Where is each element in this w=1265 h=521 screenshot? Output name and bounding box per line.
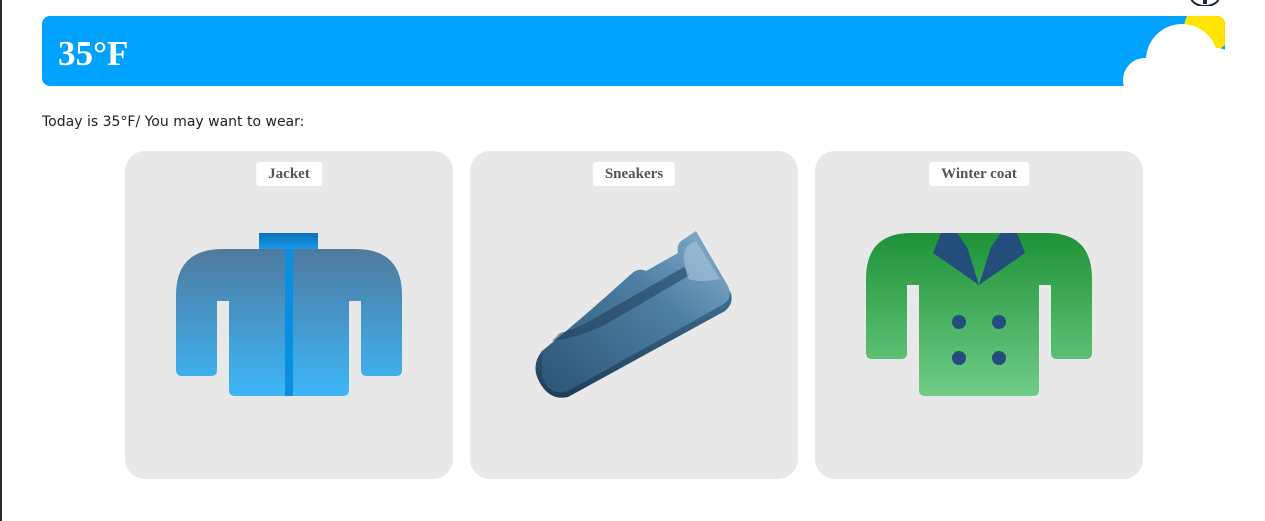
suggestion-card-jacket[interactable]: Jacket: [125, 151, 453, 479]
jacket-icon: [176, 233, 402, 396]
suggestion-cards: Jacket Sneakers Winter coat: [125, 151, 1143, 479]
partial-icon: [1190, 0, 1220, 6]
sneaker-icon: [535, 231, 732, 398]
outfit-intro-text: Today is 35°F/ You may want to wear:: [42, 114, 305, 130]
page-title: 35°F: [58, 34, 129, 73]
suggestion-card-winter-coat[interactable]: Winter coat: [815, 151, 1143, 479]
winter-coat-icon: [866, 233, 1092, 396]
suggestion-card-sneakers[interactable]: Sneakers: [470, 151, 798, 479]
temperature-header: 35°F: [42, 16, 1225, 86]
sun-cloud-icon: [1123, 16, 1225, 86]
window-edge: [0, 0, 2, 521]
